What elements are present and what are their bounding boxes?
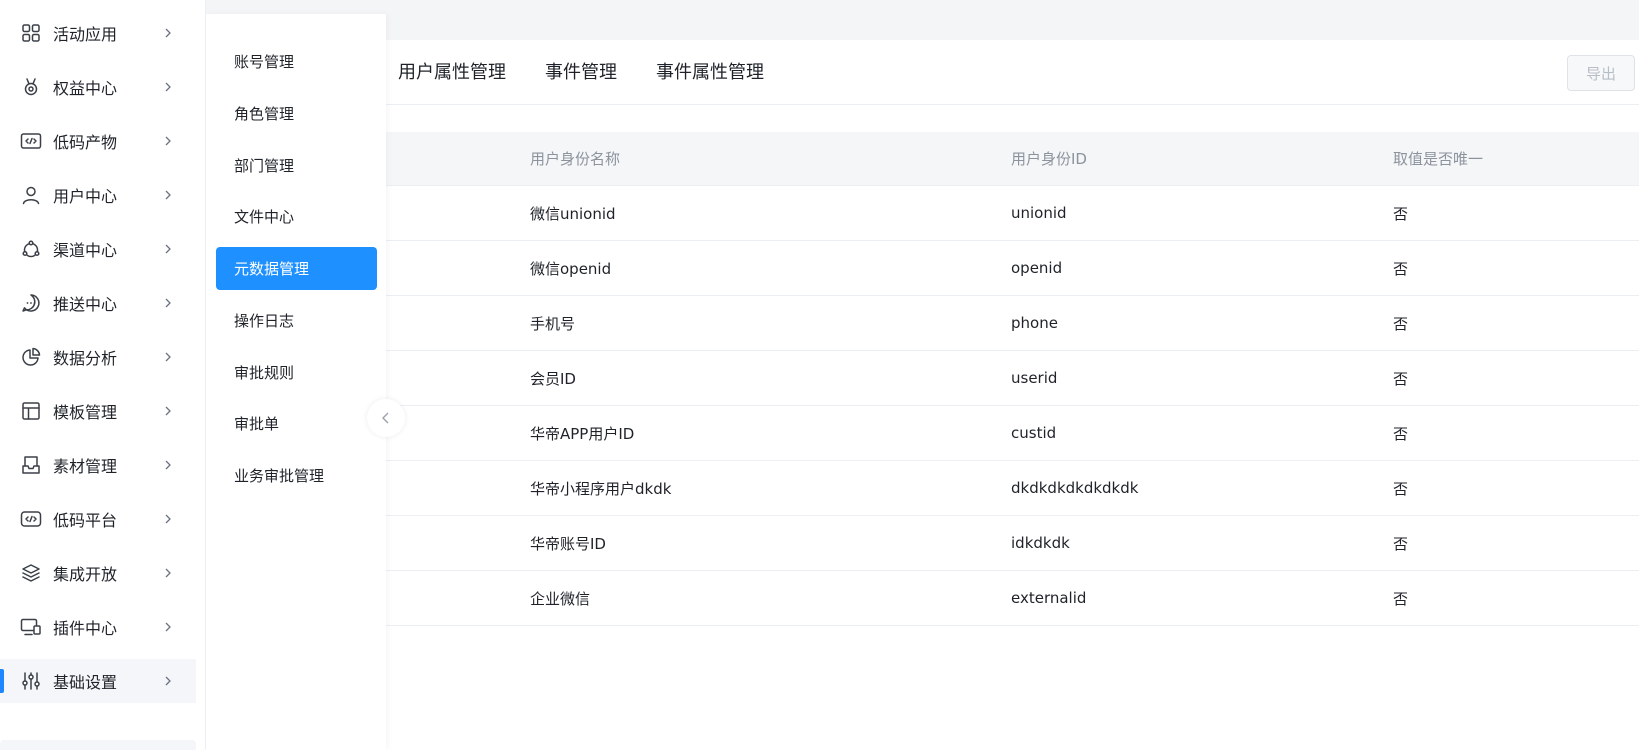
sidebar-item-label: 模板管理 (53, 403, 118, 422)
chevron-right-icon (165, 676, 171, 686)
identity-name-cell: 微信openid (530, 259, 612, 278)
layers-icon (20, 562, 42, 584)
submenu-item[interactable]: 角色管理 (216, 92, 377, 135)
active-indicator (0, 669, 4, 693)
unique-value-cell: 否 (1393, 479, 1409, 498)
chevron-right-icon (165, 136, 171, 146)
sidebar-item-label: 基础设置 (53, 673, 118, 692)
code-box-icon (20, 508, 42, 530)
unique-value-cell: 否 (1393, 534, 1409, 553)
sidebar-item[interactable]: 权益中心 (0, 65, 196, 109)
channel-nodes-icon (20, 238, 42, 260)
template-layout-icon (20, 400, 42, 422)
sidebar-item[interactable]: 低码平台 (0, 497, 196, 541)
column-header-name: 用户身份名称 (530, 150, 621, 168)
submenu-item[interactable]: 元数据管理 (216, 247, 377, 290)
sidebar-item-label: 用户中心 (53, 187, 118, 206)
code-window-icon (20, 130, 42, 152)
chevron-right-icon (165, 190, 171, 200)
sidebar-item-label: 素材管理 (53, 457, 118, 476)
submenu-item[interactable]: 审批规则 (216, 351, 377, 394)
sidebar-item-label: 插件中心 (53, 619, 118, 638)
settings-submenu: 账号管理角色管理部门管理文件中心元数据管理操作日志审批规则审批单业务审批管理 (206, 14, 386, 750)
sidebar-item[interactable]: 模板管理 (0, 389, 196, 433)
chevron-right-icon (165, 514, 171, 524)
chevron-right-icon (165, 352, 171, 362)
unique-value-cell: 否 (1393, 369, 1409, 388)
chevron-right-icon (165, 244, 171, 254)
identity-name-cell: 华帝APP用户ID (530, 424, 635, 443)
tab-event[interactable]: 事件管理 (545, 58, 617, 84)
chevron-right-icon (165, 82, 171, 92)
identity-id-cell: externalid (1011, 589, 1087, 607)
sidebar-item[interactable]: 活动应用 (0, 11, 196, 55)
primary-sidebar: 活动应用权益中心低码产物用户中心渠道中心推送中心数据分析模板管理素材管理低码平台… (0, 0, 206, 750)
submenu-item[interactable]: 操作日志 (216, 299, 377, 342)
identity-id-cell: custid (1011, 424, 1057, 442)
identity-id-cell: openid (1011, 259, 1063, 277)
sidebar-item[interactable]: 低码产物 (0, 119, 196, 163)
sidebar-item-label: 低码平台 (53, 511, 118, 530)
sidebar-item[interactable]: 集成开放 (0, 551, 196, 595)
chevron-right-icon (165, 298, 171, 308)
sidebar-item-label: 活动应用 (53, 25, 118, 44)
identity-id-cell: idkdkdk (1011, 534, 1070, 552)
chevron-right-icon (165, 460, 171, 470)
submenu-item[interactable]: 审批单 (216, 402, 377, 445)
pie-chart-icon (20, 346, 42, 368)
identity-name-cell: 手机号 (530, 314, 576, 333)
sidebar-item-label: 数据分析 (53, 349, 118, 368)
sidebar-item[interactable]: 推送中心 (0, 281, 196, 325)
chevron-right-icon (165, 568, 171, 578)
identity-name-cell: 华帝账号ID (530, 534, 606, 553)
tab-event-attribute[interactable]: 事件属性管理 (656, 58, 764, 84)
unique-value-cell: 否 (1393, 259, 1409, 278)
sidebar-item[interactable]: 数据分析 (0, 335, 196, 379)
chevron-right-icon (165, 406, 171, 416)
sidebar-item-label: 权益中心 (53, 79, 118, 98)
identity-name-cell: 微信unionid (530, 204, 616, 223)
user-icon (20, 184, 42, 206)
sidebar-item-label: 推送中心 (53, 295, 118, 314)
identity-id-cell: dkdkdkdkdkdkdk (1011, 479, 1139, 497)
unique-value-cell: 否 (1393, 424, 1409, 443)
identity-id-cell: unionid (1011, 204, 1067, 222)
chevron-left-icon (382, 412, 389, 424)
submenu-item[interactable]: 业务审批管理 (216, 454, 377, 497)
column-header-id: 用户身份ID (1011, 150, 1087, 168)
medal-icon (20, 76, 42, 98)
submenu-item[interactable]: 账号管理 (216, 40, 377, 83)
collapse-submenu-button[interactable] (367, 399, 405, 437)
tab-bar: 用户属性管理 事件管理 事件属性管理 (398, 58, 803, 84)
identity-name-cell: 企业微信 (530, 589, 591, 608)
sidebar-item[interactable]: 素材管理 (0, 443, 196, 487)
sidebar-item[interactable]: 插件中心 (0, 605, 196, 649)
sidebar-item-label: 渠道中心 (53, 241, 118, 260)
unique-value-cell: 否 (1393, 314, 1409, 333)
identity-name-cell: 会员ID (530, 369, 576, 388)
column-header-unique: 取值是否唯一 (1393, 150, 1484, 168)
sliders-icon (20, 670, 42, 692)
sidebar-item[interactable]: 用户中心 (0, 173, 196, 217)
chevron-right-icon (165, 622, 171, 632)
inbox-tray-icon (20, 454, 42, 476)
sidebar-item-label: 低码产物 (53, 133, 118, 152)
chat-bubble-icon (20, 292, 42, 314)
identity-id-cell: phone (1011, 314, 1058, 332)
sidebar-item[interactable]: 渠道中心 (0, 227, 196, 271)
sidebar-footer (0, 740, 196, 750)
export-button[interactable]: 导出 (1567, 55, 1635, 91)
unique-value-cell: 否 (1393, 204, 1409, 223)
unique-value-cell: 否 (1393, 589, 1409, 608)
tab-user-attribute[interactable]: 用户属性管理 (398, 58, 506, 84)
sidebar-item-label: 集成开放 (53, 565, 118, 584)
submenu-item[interactable]: 部门管理 (216, 144, 377, 187)
grid-apps-icon (20, 22, 42, 44)
identity-name-cell: 华帝小程序用户dkdk (530, 479, 672, 498)
identity-id-cell: userid (1011, 369, 1058, 387)
sidebar-item[interactable]: 基础设置 (0, 659, 196, 703)
chevron-right-icon (165, 28, 171, 38)
submenu-item[interactable]: 文件中心 (216, 195, 377, 238)
monitor-plugin-icon (20, 616, 42, 638)
